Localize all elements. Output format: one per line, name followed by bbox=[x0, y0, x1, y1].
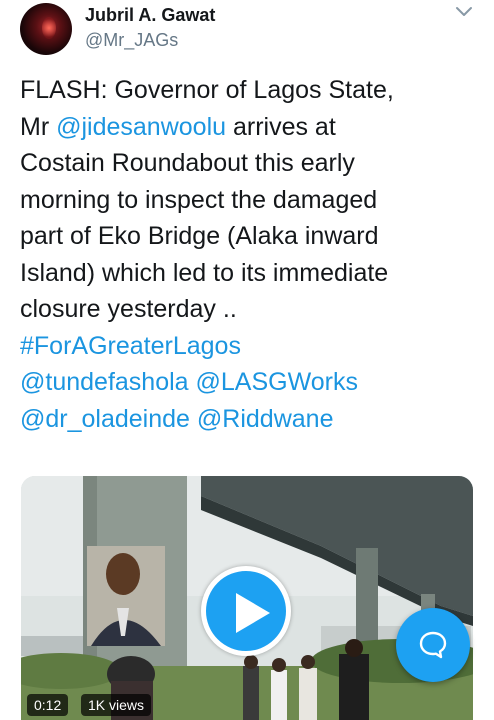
speech-bubble-icon bbox=[419, 631, 447, 659]
tweet-link[interactable]: @jidesanwoolu bbox=[56, 113, 226, 141]
play-icon bbox=[236, 593, 270, 633]
tweet-text-line: @dr_oladeinde @Riddwane bbox=[20, 401, 480, 438]
tweet-link[interactable]: @tundefashola bbox=[20, 368, 189, 396]
video-player[interactable]: 0:12 1K views bbox=[21, 476, 473, 720]
tweet-text-segment: Costain Roundabout this early bbox=[20, 149, 355, 177]
tweet-link[interactable]: #ForAGreaterLagos bbox=[20, 332, 241, 360]
tweet-text-segment: Island) which led to its immediate bbox=[20, 258, 389, 287]
tweet-text-line: FLASH: Governor of Lagos State, bbox=[20, 72, 480, 109]
tweet-text-segment: arrives at bbox=[226, 112, 336, 141]
tweet-header: Jubril A. Gawat @Mr_JAGs bbox=[0, 0, 494, 62]
tweet-text-segment: closure yesterday .. bbox=[20, 295, 237, 323]
tweet-link[interactable]: @LASGWorks bbox=[196, 368, 358, 396]
tweet-text-line: Costain Roundabout this early bbox=[20, 145, 480, 182]
video-views-badge: 1K views bbox=[81, 694, 152, 716]
author-handle[interactable]: @Mr_JAGs bbox=[85, 30, 178, 51]
tweet-text-segment: FLASH: Governor of Lagos State, bbox=[20, 76, 394, 104]
compose-reply-button[interactable] bbox=[396, 608, 470, 682]
video-duration-badge: 0:12 bbox=[27, 694, 69, 716]
author-display-name[interactable]: Jubril A. Gawat bbox=[85, 5, 215, 26]
avatar[interactable] bbox=[20, 3, 72, 55]
tweet-text: FLASH: Governor of Lagos State, Mr @jides… bbox=[20, 72, 480, 437]
tweet-text-line: #ForAGreaterLagos bbox=[20, 328, 480, 365]
tweet-text-line: Mr @jidesanwoolu arrives at bbox=[20, 109, 480, 146]
tweet-link[interactable]: @Riddwane bbox=[197, 405, 334, 433]
tweet-text-line: morning to inspect the damaged bbox=[20, 182, 480, 219]
tweet-text-segment: part of Eko Bridge (Alaka inward bbox=[20, 222, 379, 250]
tweet-text-segment: morning to inspect the damaged bbox=[20, 185, 378, 214]
tweet-text-line: closure yesterday .. bbox=[20, 291, 480, 328]
tweet-text-segment bbox=[190, 405, 197, 433]
tweet-text-line: @tundefashola @LASGWorks bbox=[20, 364, 480, 401]
tweet-link[interactable]: @dr_oladeinde bbox=[20, 405, 190, 433]
tweet-text-line: Island) which led to its immediate bbox=[20, 255, 480, 292]
play-button[interactable] bbox=[201, 566, 291, 656]
chevron-down-icon[interactable] bbox=[454, 4, 474, 20]
tweet-text-segment bbox=[189, 368, 196, 396]
tweet-text-segment: Mr bbox=[20, 112, 57, 141]
tweet-text-line: part of Eko Bridge (Alaka inward bbox=[20, 218, 480, 255]
